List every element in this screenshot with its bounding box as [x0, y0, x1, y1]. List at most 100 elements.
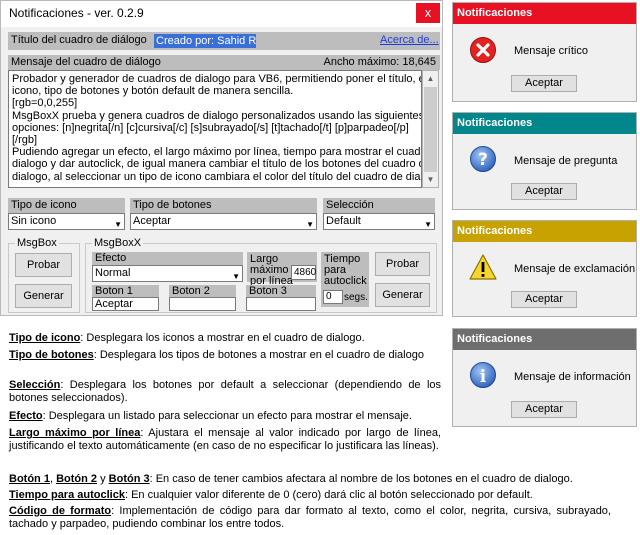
msgbox-generar-button[interactable]: Generar: [15, 284, 72, 308]
message-line: dialogo, al seleccionar un tipo de icono…: [12, 170, 422, 183]
scroll-down-icon[interactable]: ▼: [423, 172, 438, 187]
description-term: Botón 1: [9, 473, 50, 485]
message-line: Pudiendo agregar un efecto, el largo máx…: [12, 146, 422, 159]
messagebox-message: Mensaje de información: [514, 371, 631, 383]
messagebox-title: Notificaciones: [453, 329, 636, 350]
icon-type-value: Sin icono: [11, 215, 57, 227]
msgbox-group-title: MsgBox: [15, 237, 59, 249]
question-messagebox: Notificaciones ? Mensaje de pregunta Ace…: [452, 112, 637, 210]
accept-button[interactable]: Aceptar: [511, 291, 577, 308]
description-item: Botón 1, Botón 2 y Botón 3: En caso de t…: [9, 473, 609, 486]
description-item: Largo máximo por línea: Ajustara el mens…: [9, 427, 441, 453]
selection-value: Default: [326, 215, 361, 227]
information-messagebox: Notificaciones i Mensaje de información …: [452, 328, 637, 427]
window-title: Notificaciones - ver. 0.2.9: [9, 6, 144, 20]
chevron-down-icon: ▼: [232, 272, 240, 281]
effect-label: Efecto: [92, 252, 243, 265]
chevron-down-icon: ▼: [306, 220, 314, 229]
critical-icon: [469, 36, 497, 67]
accept-button[interactable]: Aceptar: [511, 401, 577, 418]
description-item: Tipo de botones: Desplegara los tipos de…: [9, 349, 441, 362]
description-text: : Desplegara los iconos a mostrar en el …: [80, 332, 365, 344]
selection-label: Selección: [323, 198, 435, 213]
button3-label: Boton 3: [246, 285, 316, 297]
max-line-input[interactable]: 4860: [291, 265, 316, 280]
about-link[interactable]: Acerca de...: [380, 34, 439, 46]
chevron-down-icon: ▼: [424, 220, 432, 229]
msgboxx-generar-button[interactable]: Generar: [375, 283, 430, 307]
title-input[interactable]: Creado por: Sahid Ra: [154, 34, 256, 48]
msgbox-probar-button[interactable]: Probar: [15, 253, 72, 277]
icon-type-select[interactable]: Sin icono ▼: [8, 213, 125, 230]
information-icon: i: [469, 361, 497, 392]
title-row: Título del cuadro de diálogo Creado por:…: [8, 32, 440, 50]
max-width-readout: Ancho máximo: 18,645: [323, 56, 436, 68]
description-item: Tipo de icono: Desplegara los iconos a m…: [9, 332, 441, 345]
chevron-down-icon: ▼: [114, 220, 122, 229]
accept-button[interactable]: Aceptar: [511, 183, 577, 200]
selection-select[interactable]: Default ▼: [323, 213, 435, 230]
description-joiner: y: [97, 473, 109, 485]
message-textarea[interactable]: Probador y generador de cuadros de dialo…: [8, 70, 422, 188]
autoclick-unit: segs.: [344, 292, 368, 303]
button3-input[interactable]: [246, 297, 316, 311]
message-scrollbar[interactable]: ▲ ▼: [422, 70, 439, 188]
svg-text:?: ?: [478, 150, 488, 170]
autoclick-label: Tiempo para autoclick: [324, 253, 367, 287]
scroll-up-icon[interactable]: ▲: [423, 71, 438, 86]
message-label: Mensaje del cuadro de diálogo: [11, 56, 161, 68]
main-window: Notificaciones - ver. 0.2.9 x Título del…: [0, 0, 443, 316]
button2-input[interactable]: [169, 297, 236, 311]
scroll-thumb[interactable]: [424, 87, 437, 172]
max-line-label: Largo máximo por línea: [250, 253, 293, 287]
messagebox-message: Mensaje crítico: [514, 45, 588, 57]
messagebox-title: Notificaciones: [453, 221, 636, 242]
message-line: Probador y generador de cuadros de dialo…: [12, 73, 422, 85]
msgboxx-group-title: MsgBoxX: [92, 237, 144, 249]
description-text: : En caso de tener cambios afectara al n…: [149, 473, 573, 485]
button-type-select[interactable]: Aceptar ▼: [130, 213, 317, 230]
description-term: Selección: [9, 379, 61, 391]
close-button[interactable]: x: [416, 3, 440, 23]
description-item: Efecto: Desplegara un listado para selec…: [9, 410, 441, 423]
effect-value: Normal: [95, 267, 131, 279]
message-line: [/rgb]: [12, 134, 38, 147]
critical-messagebox: Notificaciones Mensaje crítico Aceptar: [452, 2, 637, 102]
description-term: Código de formato: [9, 505, 112, 517]
exclamation-messagebox: Notificaciones Mensaje de exclamación Ac…: [452, 220, 637, 317]
messagebox-title: Notificaciones: [453, 3, 636, 24]
description-term: Botón 3: [108, 473, 150, 485]
button1-label: Boton 1: [92, 285, 159, 297]
button2-label: Boton 2: [169, 285, 236, 297]
message-line: opciones: [n]negrita[/n] [c]cursiva[/c] …: [12, 121, 409, 134]
description-text: : En cualquier valor diferente de 0 (cer…: [124, 489, 533, 501]
messagebox-title: Notificaciones: [453, 113, 636, 134]
messagebox-message: Mensaje de exclamación: [514, 263, 636, 275]
message-line: icono, tipo de botones y botón default d…: [12, 85, 294, 98]
effect-select[interactable]: Normal ▼: [92, 265, 243, 282]
button1-input[interactable]: Aceptar: [92, 297, 159, 311]
description-item: Código de formato: Implementación de cód…: [9, 505, 611, 531]
messagebox-message: Mensaje de pregunta: [514, 155, 618, 167]
description-term: Tipo de botones: [9, 349, 94, 361]
accept-button[interactable]: Aceptar: [511, 75, 577, 92]
autoclick-input[interactable]: 0: [323, 290, 343, 304]
description-term: Efecto: [9, 410, 43, 422]
description-text: : Desplegara los botones por default a s…: [9, 379, 441, 404]
message-line: [rgb=0,0,255]: [12, 97, 78, 110]
message-row: Mensaje del cuadro de diálogo Ancho máxi…: [8, 55, 440, 70]
msgboxx-probar-button[interactable]: Probar: [375, 252, 430, 276]
icon-type-label: Tipo de icono: [8, 198, 125, 213]
message-line: dialogo y dar autoclick, de igual manera…: [12, 158, 422, 171]
description-text: : Desplegara los tipos de botones a most…: [93, 349, 424, 361]
question-icon: ?: [469, 145, 497, 176]
message-line: MsgBoxX prueba y genera cuadros de dialo…: [12, 109, 422, 122]
description-item: Selección: Desplegara los botones por de…: [9, 379, 441, 405]
description-term: Tiempo para autoclick: [9, 489, 125, 501]
exclamation-icon: [469, 254, 497, 283]
description-item: Tiempo para autoclick: En cualquier valo…: [9, 489, 609, 502]
description-term: Largo máximo por línea: [9, 427, 141, 439]
svg-text:i: i: [480, 367, 487, 387]
description-term: Tipo de icono: [9, 332, 81, 344]
description-text: : Desplegara un listado para seleccionar…: [42, 410, 412, 422]
